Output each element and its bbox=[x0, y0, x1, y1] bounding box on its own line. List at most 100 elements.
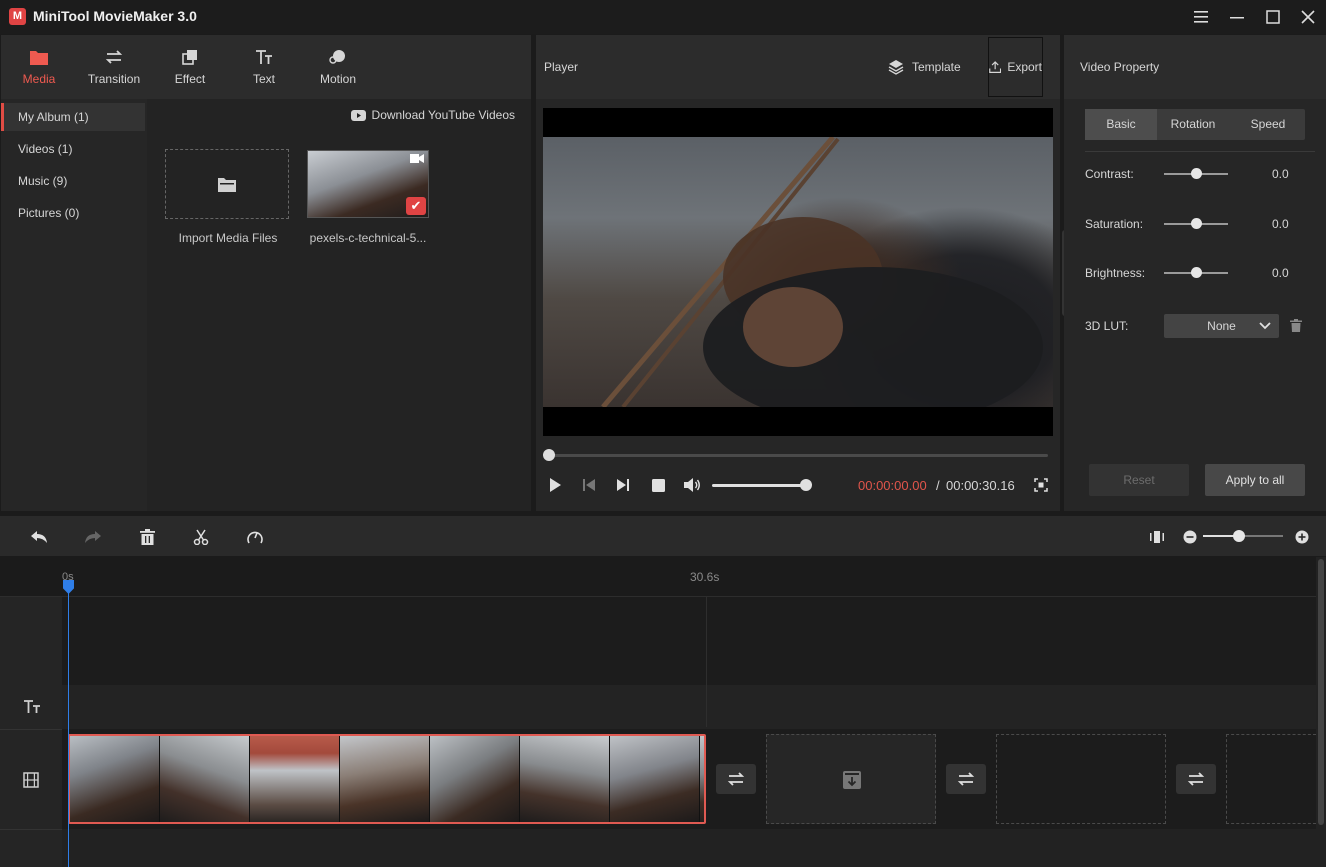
reset-button[interactable]: Reset bbox=[1089, 464, 1189, 496]
media-panel: Media Transition Effect Text Motion My A… bbox=[1, 35, 531, 511]
contrast-handle[interactable] bbox=[1190, 168, 1202, 179]
volume-slider[interactable] bbox=[712, 484, 806, 487]
trash-icon[interactable] bbox=[1290, 319, 1302, 332]
transition-slot-button[interactable] bbox=[1176, 764, 1216, 794]
tab-speed[interactable]: Speed bbox=[1231, 109, 1305, 140]
tab-rotation[interactable]: Rotation bbox=[1157, 109, 1229, 140]
play-icon[interactable] bbox=[545, 476, 565, 494]
import-media-button[interactable] bbox=[165, 149, 289, 219]
layers-icon bbox=[888, 60, 904, 75]
volume-handle[interactable] bbox=[800, 479, 812, 491]
swap-arrows-icon bbox=[105, 50, 123, 64]
previous-frame-icon[interactable] bbox=[579, 476, 599, 494]
saturation-handle[interactable] bbox=[1190, 218, 1202, 229]
zoom-out-icon[interactable] bbox=[1180, 527, 1200, 547]
import-media-label: Import Media Files bbox=[178, 231, 278, 245]
download-youtube-link[interactable]: Download YouTube Videos bbox=[350, 108, 515, 122]
video-frame-image bbox=[543, 137, 1053, 407]
player-panel: Player Template Export 00:00:00.00 / 00:… bbox=[536, 35, 1060, 511]
tab-text-label: Text bbox=[252, 72, 275, 86]
menu-icon[interactable] bbox=[1190, 6, 1212, 28]
delete-icon[interactable] bbox=[137, 527, 157, 547]
tab-motion[interactable]: Motion bbox=[300, 35, 376, 99]
tab-motion-label: Motion bbox=[319, 72, 357, 86]
album-item-music[interactable]: Music (9) bbox=[1, 167, 145, 195]
upload-icon bbox=[989, 61, 1002, 73]
tab-basic[interactable]: Basic bbox=[1085, 109, 1157, 140]
clip-frame bbox=[160, 736, 250, 822]
stop-icon[interactable] bbox=[648, 476, 668, 494]
timeline-video-clip[interactable] bbox=[68, 734, 706, 824]
scissors-icon[interactable] bbox=[191, 527, 211, 547]
volume-icon[interactable] bbox=[682, 476, 702, 494]
lut-dropdown[interactable]: None bbox=[1164, 314, 1279, 338]
seek-handle[interactable] bbox=[543, 449, 555, 461]
timeline-ruler[interactable]: 0s 30.6s bbox=[0, 557, 1316, 597]
transition-slot-button[interactable] bbox=[716, 764, 756, 794]
divider bbox=[0, 729, 62, 730]
film-strip-icon bbox=[23, 772, 39, 788]
zoom-in-icon[interactable] bbox=[1292, 527, 1312, 547]
fit-timeline-icon[interactable] bbox=[1147, 527, 1167, 547]
timeline-toolbar bbox=[0, 516, 1326, 556]
brightness-label: Brightness: bbox=[1085, 266, 1146, 280]
time-separator: / bbox=[936, 478, 940, 493]
track-header-column bbox=[0, 597, 62, 867]
video-camera-icon bbox=[410, 154, 424, 163]
text-track[interactable] bbox=[62, 685, 1316, 729]
overlay-track[interactable] bbox=[62, 597, 1316, 685]
folder-icon bbox=[30, 51, 48, 65]
minimize-icon[interactable] bbox=[1226, 6, 1248, 28]
tab-text[interactable]: Text bbox=[226, 35, 302, 99]
tab-effect[interactable]: Effect bbox=[152, 35, 228, 99]
redo-icon[interactable] bbox=[83, 527, 103, 547]
timeline-scrollbar-thumb[interactable] bbox=[1318, 559, 1324, 825]
player-title: Player bbox=[544, 60, 579, 74]
swap-arrows-icon bbox=[957, 772, 975, 786]
import-download-icon bbox=[843, 771, 861, 789]
export-button[interactable]: Export bbox=[988, 37, 1043, 97]
audio-track[interactable] bbox=[62, 829, 1316, 867]
tab-transition[interactable]: Transition bbox=[76, 35, 152, 99]
video-preview[interactable] bbox=[543, 108, 1053, 436]
text-icon bbox=[256, 50, 272, 64]
contrast-label: Contrast: bbox=[1085, 167, 1134, 181]
tab-transition-label: Transition bbox=[87, 72, 141, 86]
empty-clip-slot[interactable] bbox=[766, 734, 936, 824]
folder-icon bbox=[218, 177, 236, 192]
transition-slot-button[interactable] bbox=[946, 764, 986, 794]
video-property-panel: Video Property Basic Rotation Speed Cont… bbox=[1064, 35, 1326, 511]
current-time: 00:00:00.00 bbox=[858, 478, 927, 493]
album-item-my-album[interactable]: My Album (1) bbox=[1, 103, 145, 131]
brightness-handle[interactable] bbox=[1190, 267, 1202, 278]
app-title: MiniTool MovieMaker 3.0 bbox=[33, 8, 197, 24]
seek-bar[interactable] bbox=[549, 454, 1048, 457]
next-frame-icon[interactable] bbox=[613, 476, 633, 494]
close-icon[interactable] bbox=[1297, 6, 1319, 28]
album-item-pictures[interactable]: Pictures (0) bbox=[1, 199, 145, 227]
undo-icon[interactable] bbox=[29, 527, 49, 547]
media-clip-thumbnail[interactable]: ✔ bbox=[307, 150, 429, 218]
fullscreen-icon[interactable] bbox=[1031, 476, 1051, 494]
tab-media[interactable]: Media bbox=[1, 35, 77, 99]
clip-frame bbox=[430, 736, 520, 822]
empty-clip-slot[interactable] bbox=[1226, 734, 1316, 824]
template-button[interactable]: Template bbox=[888, 57, 961, 77]
lut-selected-value: None bbox=[1207, 319, 1236, 333]
zoom-handle[interactable] bbox=[1233, 530, 1245, 542]
lut-label: 3D LUT: bbox=[1085, 319, 1129, 333]
divider bbox=[1085, 151, 1315, 152]
divider bbox=[0, 829, 62, 830]
maximize-icon[interactable] bbox=[1262, 6, 1284, 28]
saturation-value: 0.0 bbox=[1272, 217, 1289, 231]
text-track-icon bbox=[24, 700, 40, 713]
clip-frame bbox=[340, 736, 430, 822]
album-item-videos[interactable]: Videos (1) bbox=[1, 135, 145, 163]
empty-clip-slot[interactable] bbox=[996, 734, 1166, 824]
apply-to-all-button[interactable]: Apply to all bbox=[1205, 464, 1305, 496]
speed-gauge-icon[interactable] bbox=[245, 527, 265, 547]
youtube-icon bbox=[350, 109, 366, 121]
total-time: 00:00:30.16 bbox=[946, 478, 1015, 493]
player-header: Player Template Export bbox=[536, 35, 1060, 99]
ruler-end-label: 30.6s bbox=[690, 570, 720, 584]
